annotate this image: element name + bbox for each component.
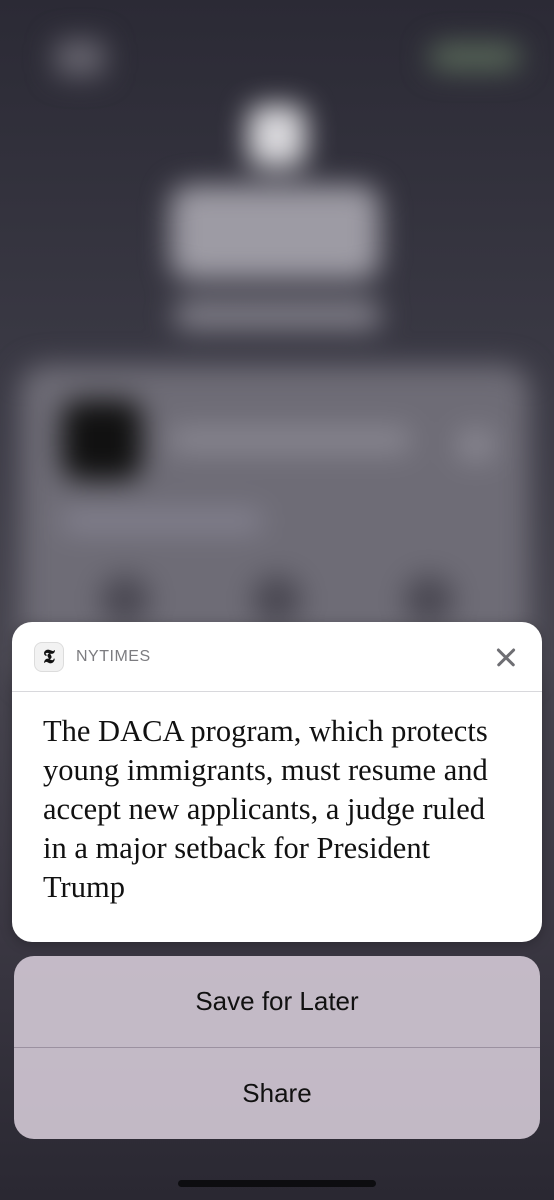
widget-title: [170, 428, 410, 452]
action-sheet: Save for Later Share: [14, 956, 540, 1139]
date-display: [175, 300, 380, 330]
widget-artwork: [62, 400, 142, 480]
nytimes-logo-icon: 𝕿: [34, 641, 64, 672]
widget-airplay-icon: [458, 430, 494, 460]
play-icon: [252, 575, 302, 625]
notification-header: 𝕿 NYTIMES: [12, 622, 542, 692]
lock-screen: 𝕿 NYTIMES The DACA program, which protec…: [0, 0, 554, 1200]
notification-body: The DACA program, which protects young i…: [43, 714, 488, 904]
battery-indicator: [430, 44, 520, 70]
previous-icon: [100, 575, 150, 625]
widget-progress: [62, 510, 262, 532]
lock-icon: [248, 105, 306, 167]
app-name: NYTIMES: [76, 647, 151, 665]
save-for-later-button[interactable]: Save for Later: [14, 956, 540, 1047]
next-icon: [404, 575, 454, 625]
home-indicator[interactable]: [178, 1180, 376, 1187]
notification-card[interactable]: 𝕿 NYTIMES The DACA program, which protec…: [12, 622, 542, 942]
share-button[interactable]: Share: [14, 1047, 540, 1139]
carrier-indicator: [55, 40, 105, 76]
clock-display: [170, 185, 380, 280]
close-icon[interactable]: [492, 643, 520, 671]
